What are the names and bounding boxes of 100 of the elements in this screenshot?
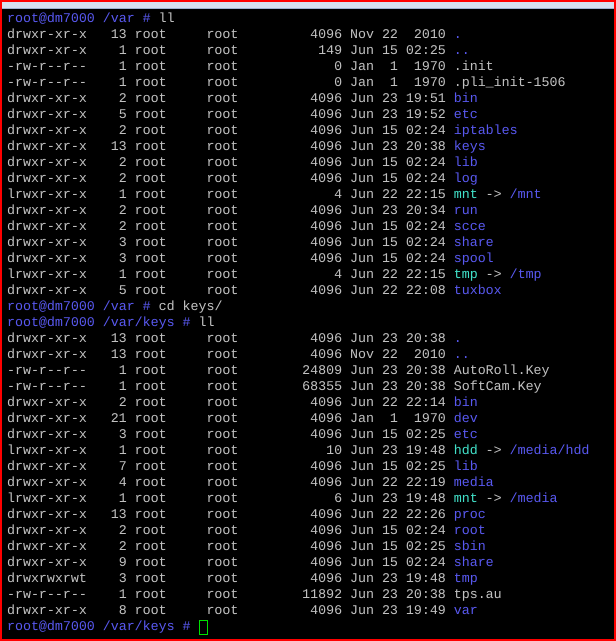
owner-name: root bbox=[134, 427, 168, 443]
owner-name: root bbox=[134, 27, 168, 43]
file-size: 4096 bbox=[309, 203, 342, 219]
owner-name: root bbox=[134, 411, 168, 427]
file-size: 149 bbox=[317, 43, 342, 59]
prompt-text: root@dm7000 /var # bbox=[7, 11, 151, 27]
owner-name: root bbox=[134, 587, 168, 603]
group-name: root bbox=[206, 59, 238, 75]
group-name: root bbox=[206, 347, 238, 363]
owner-name: root bbox=[134, 267, 168, 283]
modified-date: Jun 23 20:38 bbox=[350, 139, 446, 155]
file-name: mnt bbox=[454, 491, 478, 507]
link-count: 8 bbox=[118, 603, 127, 619]
permissions-text: drwxr-xr-x bbox=[7, 91, 87, 107]
permissions-text: -rw-r--r-- bbox=[7, 587, 87, 603]
file-name: dev bbox=[454, 411, 478, 427]
link-count: 1 bbox=[118, 59, 127, 75]
permissions-text: drwxr-xr-x bbox=[7, 539, 87, 555]
file-name: share bbox=[454, 235, 494, 251]
permissions-text: drwxr-xr-x bbox=[7, 251, 87, 267]
modified-date: Jun 23 20:38 bbox=[350, 331, 446, 347]
link-count: 13 bbox=[110, 27, 127, 43]
owner-name: root bbox=[134, 171, 168, 187]
arrow-text: -> bbox=[486, 443, 502, 459]
modified-date: Jun 15 02:25 bbox=[350, 459, 446, 475]
file-name: proc bbox=[454, 507, 486, 523]
modified-date: Jun 22 22:19 bbox=[350, 475, 446, 491]
group-name: root bbox=[206, 43, 238, 59]
prompt-text: root@dm7000 /var/keys # bbox=[7, 315, 191, 331]
link-count: 2 bbox=[118, 155, 127, 171]
file-size: 4096 bbox=[309, 411, 342, 427]
file-size: 4096 bbox=[309, 155, 342, 171]
modified-date: Jun 15 02:24 bbox=[350, 171, 446, 187]
file-name: sbin bbox=[454, 539, 486, 555]
file-size: 4096 bbox=[309, 347, 342, 363]
link-count: 13 bbox=[110, 347, 127, 363]
file-name: hdd bbox=[454, 443, 478, 459]
link-count: 3 bbox=[118, 571, 127, 587]
permissions-text: drwxr-xr-x bbox=[7, 331, 87, 347]
owner-name: root bbox=[134, 395, 168, 411]
file-name: log bbox=[454, 171, 478, 187]
owner-name: root bbox=[134, 59, 168, 75]
link-count: 7 bbox=[118, 459, 127, 475]
link-count: 2 bbox=[118, 203, 127, 219]
link-count: 1 bbox=[118, 187, 127, 203]
modified-date: Jun 15 02:24 bbox=[350, 523, 446, 539]
permissions-text: drwxr-xr-x bbox=[7, 171, 87, 187]
file-size: 4096 bbox=[309, 539, 342, 555]
link-count: 2 bbox=[118, 91, 127, 107]
permissions-text: drwxr-xr-x bbox=[7, 27, 87, 43]
link-count: 2 bbox=[118, 171, 127, 187]
permissions-text: drwxr-xr-x bbox=[7, 459, 87, 475]
file-name: SoftCam.Key bbox=[454, 379, 542, 395]
file-size: 4096 bbox=[309, 571, 342, 587]
group-name: root bbox=[206, 171, 238, 187]
file-name: var bbox=[454, 603, 478, 619]
group-name: root bbox=[206, 363, 238, 379]
owner-name: root bbox=[134, 475, 168, 491]
owner-name: root bbox=[134, 235, 168, 251]
modified-date: Jun 23 19:51 bbox=[350, 91, 446, 107]
modified-date: Jan 1 1970 bbox=[350, 411, 446, 427]
file-size: 4096 bbox=[309, 395, 342, 411]
group-name: root bbox=[206, 235, 238, 251]
link-count: 2 bbox=[118, 219, 127, 235]
link-count: 2 bbox=[118, 539, 127, 555]
group-name: root bbox=[206, 427, 238, 443]
permissions-text: drwxr-xr-x bbox=[7, 155, 87, 171]
file-size: 4096 bbox=[309, 219, 342, 235]
owner-name: root bbox=[134, 43, 168, 59]
file-name: .pli_init-1506 bbox=[454, 75, 566, 91]
permissions-text: drwxr-xr-x bbox=[7, 107, 87, 123]
modified-date: Jun 23 19:48 bbox=[350, 571, 446, 587]
permissions-text: drwxr-xr-x bbox=[7, 43, 87, 59]
link-count: 5 bbox=[118, 107, 127, 123]
link-count: 2 bbox=[118, 395, 127, 411]
file-name: spool bbox=[454, 251, 494, 267]
file-size: 4096 bbox=[309, 283, 342, 299]
permissions-text: drwxr-xr-x bbox=[7, 427, 87, 443]
group-name: root bbox=[206, 91, 238, 107]
link-count: 5 bbox=[118, 283, 127, 299]
prompt-text: root@dm7000 /var/keys # bbox=[7, 619, 191, 635]
permissions-text: drwxr-xr-x bbox=[7, 123, 87, 139]
group-name: root bbox=[206, 587, 238, 603]
group-name: root bbox=[206, 475, 238, 491]
modified-date: Jun 22 22:14 bbox=[350, 395, 446, 411]
file-size: 68355 bbox=[301, 379, 342, 395]
permissions-text: drwxr-xr-x bbox=[7, 347, 87, 363]
file-size: 4096 bbox=[309, 475, 342, 491]
modified-date: Jun 23 19:48 bbox=[350, 491, 446, 507]
command-text: cd keys/ bbox=[158, 299, 222, 315]
link-count: 1 bbox=[118, 443, 127, 459]
file-name: share bbox=[454, 555, 494, 571]
permissions-text: drwxr-xr-x bbox=[7, 523, 87, 539]
group-name: root bbox=[206, 443, 238, 459]
file-name: lib bbox=[454, 459, 478, 475]
link-count: 3 bbox=[118, 427, 127, 443]
file-name: scce bbox=[454, 219, 486, 235]
group-name: root bbox=[206, 379, 238, 395]
modified-date: Jun 23 20:38 bbox=[350, 363, 446, 379]
file-name: root bbox=[454, 523, 486, 539]
